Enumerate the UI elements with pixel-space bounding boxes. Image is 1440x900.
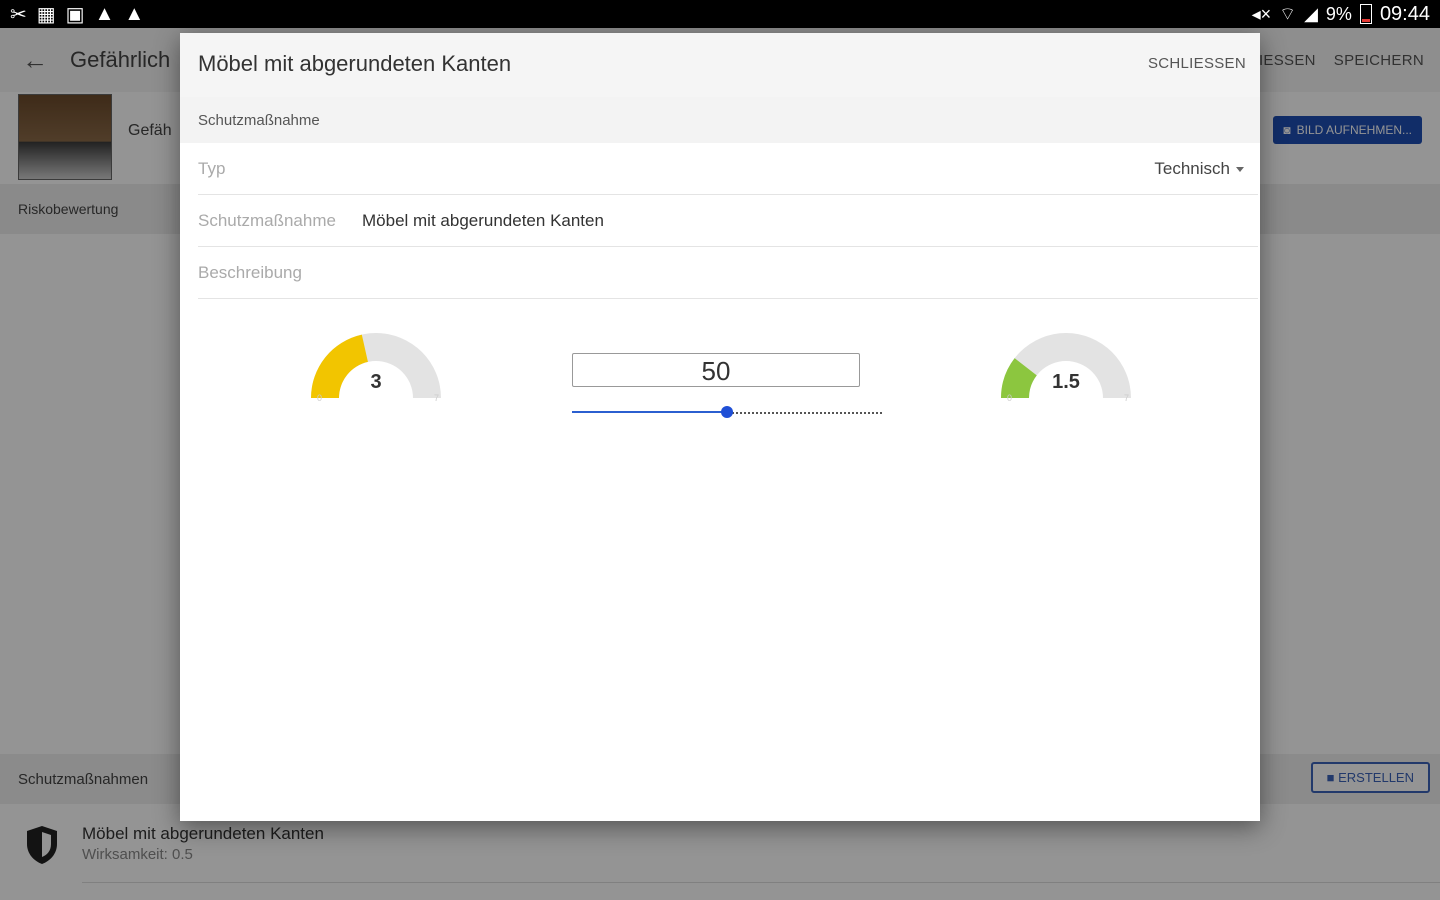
description-field[interactable]: Beschreibung: [198, 247, 1258, 299]
notification-icons: ✂ ▦ ▣ ▲ ▲: [0, 2, 144, 27]
gauge-max: 7: [433, 393, 439, 403]
system-icons: ◂× ⌔ ◢ 9% 09:44: [1252, 3, 1440, 26]
dialog-section-header: Schutzmaßnahme: [180, 97, 1260, 143]
risk-gauge-before: 3 0 7: [301, 323, 451, 423]
measure-name-field[interactable]: Schutzmaßnahme Möbel mit abgerundeten Ka…: [198, 195, 1258, 247]
battery-icon: [1359, 4, 1372, 24]
dialog-header: Möbel mit abgerundeten Kanten SCHLIESSEN: [180, 33, 1260, 98]
gauge-value: 3: [370, 371, 382, 393]
measure-name-label: Schutzmaßnahme: [198, 210, 336, 230]
signal-icon: ◢: [1304, 3, 1318, 24]
tools-icon: ✂: [10, 3, 27, 26]
battery-percent: 9%: [1325, 3, 1352, 24]
gauge-min: 0: [317, 393, 323, 403]
slider-thumb[interactable]: [721, 406, 733, 418]
warning-icon: ▲: [94, 2, 115, 25]
dropdown-caret-icon: [1236, 166, 1244, 172]
type-field[interactable]: Typ Technisch: [198, 143, 1258, 195]
type-label: Typ: [198, 158, 226, 178]
dialog-title: Möbel mit abgerundeten Kanten: [198, 51, 512, 76]
warning-icon: ▲: [124, 2, 145, 25]
type-select[interactable]: Technisch: [1154, 159, 1244, 179]
effectiveness-slider[interactable]: [572, 405, 882, 419]
effectiveness-input[interactable]: 50: [572, 353, 860, 387]
wifi-icon: ⌔: [1279, 3, 1297, 24]
gauge-min: 0: [1007, 393, 1013, 403]
slider-fill: [572, 411, 727, 413]
gallery-icon: ▣: [65, 3, 85, 26]
slider-track: [727, 412, 882, 414]
clock: 09:44: [1379, 2, 1430, 25]
measure-dialog: Möbel mit abgerundeten Kanten SCHLIESSEN…: [180, 33, 1260, 821]
type-value: Technisch: [1154, 159, 1230, 178]
close-button[interactable]: SCHLIESSEN: [1148, 55, 1246, 72]
measure-name-value[interactable]: Möbel mit abgerundeten Kanten: [362, 211, 604, 231]
status-bar: ✂ ▦ ▣ ▲ ▲ ◂× ⌔ ◢ 9% 09:44: [0, 0, 1440, 28]
gauge-max: 7: [1123, 393, 1129, 403]
notes-icon: ▦: [36, 3, 56, 26]
description-label: Beschreibung: [198, 262, 302, 282]
mute-icon: ◂×: [1251, 3, 1272, 24]
gauge-value: 1.5: [1052, 371, 1080, 393]
risk-gauge-after: 1.5 0 7: [991, 323, 1141, 423]
